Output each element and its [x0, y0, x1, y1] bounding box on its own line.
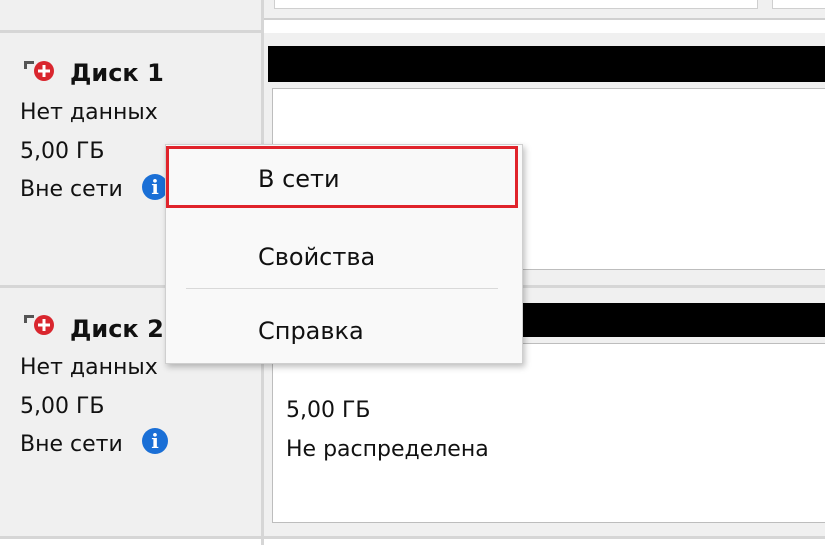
disk-2-status: Вне сети: [20, 432, 123, 457]
menu-item-label: Справка: [258, 317, 364, 345]
row-divider: [0, 536, 825, 539]
disk-offline-icon: [24, 61, 54, 81]
disk-2-title: Диск 2: [70, 315, 164, 343]
disk-1-volume-header: [268, 46, 825, 82]
menu-item-label: Свойства: [258, 243, 376, 271]
disk-1-type: Нет данных: [20, 100, 158, 125]
menu-item-properties[interactable]: Свойства: [166, 225, 522, 287]
disk-1-title: Диск 1: [70, 59, 164, 87]
disk-2-type: Нет данных: [20, 355, 158, 380]
volume-size: 5,00 ГБ: [286, 398, 371, 423]
disk-2-unallocated-volume[interactable]: [272, 343, 825, 523]
disk-offline-icon: [24, 315, 54, 335]
disk-2-size: 5,00 ГБ: [20, 394, 105, 419]
info-icon[interactable]: i: [142, 428, 168, 454]
menu-item-help[interactable]: Справка: [166, 299, 522, 361]
previous-volume-box: [274, 0, 758, 9]
menu-separator: [186, 288, 498, 289]
disk-1-size: 5,00 ГБ: [20, 139, 105, 164]
menu-item-highlight: [166, 146, 518, 208]
disk-1-status: Вне сети: [20, 177, 123, 202]
previous-volume-box-2: [772, 0, 825, 9]
previous-disk-label-cell: [0, 0, 261, 33]
volume-status: Не распределена: [286, 437, 489, 462]
